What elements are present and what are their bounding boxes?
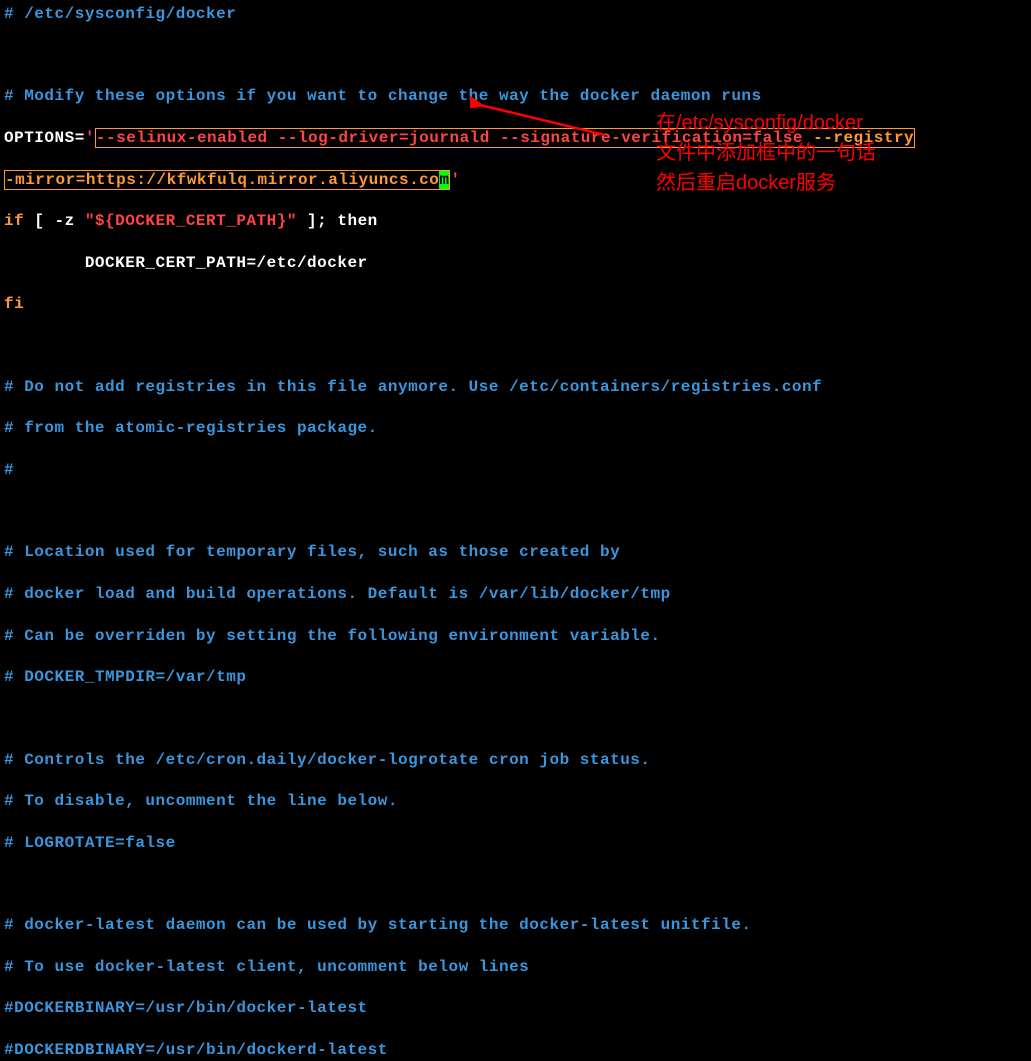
config-line	[4, 336, 1027, 356]
cursor: m	[439, 171, 449, 189]
config-line: #	[4, 460, 1027, 481]
fi-keyword: fi	[4, 294, 1027, 315]
boxed-registry: --registry	[813, 128, 915, 148]
config-line: DOCKER_CERT_PATH=/etc/docker	[4, 253, 1027, 274]
boxed-option-1: --selinux-enabled --log-driver=journald …	[95, 128, 813, 148]
options-key: OPTIONS=	[4, 129, 85, 147]
config-line: # Can be overriden by setting the follow…	[4, 626, 1027, 647]
terminal-content[interactable]: # /etc/sysconfig/docker # Modify these o…	[4, 4, 1027, 1061]
config-line: # docker-latest daemon can be used by st…	[4, 915, 1027, 936]
config-line: # docker load and build operations. Defa…	[4, 584, 1027, 605]
config-line: #DOCKERDBINARY=/usr/bin/dockerd-latest	[4, 1040, 1027, 1061]
config-line	[4, 502, 1027, 522]
config-line	[4, 46, 1027, 66]
config-line: # To use docker-latest client, uncomment…	[4, 957, 1027, 978]
config-line: # Controls the /etc/cron.daily/docker-lo…	[4, 750, 1027, 771]
config-line	[4, 874, 1027, 894]
config-line: # To disable, uncomment the line below.	[4, 791, 1027, 812]
config-line: # DOCKER_TMPDIR=/var/tmp	[4, 667, 1027, 688]
config-line: OPTIONS='--selinux-enabled --log-driver=…	[4, 128, 1027, 149]
cert-path-var: "${DOCKER_CERT_PATH}"	[85, 212, 297, 230]
quote-start: '	[85, 129, 95, 147]
config-line: if [ -z "${DOCKER_CERT_PATH}" ]; then	[4, 211, 1027, 232]
boxed-mirror-url: -mirror=https://kfwkfulq.mirror.aliyuncs…	[4, 170, 450, 190]
if-keyword: if	[4, 212, 24, 230]
config-line: #DOCKERBINARY=/usr/bin/docker-latest	[4, 998, 1027, 1019]
quote-end: '	[450, 171, 460, 189]
config-line: # Modify these options if you want to ch…	[4, 86, 1027, 107]
config-line: # /etc/sysconfig/docker	[4, 4, 1027, 25]
config-line: # Location used for temporary files, suc…	[4, 542, 1027, 563]
config-line	[4, 709, 1027, 729]
config-line: # from the atomic-registries package.	[4, 418, 1027, 439]
config-line: # Do not add registries in this file any…	[4, 377, 1027, 398]
config-line: -mirror=https://kfwkfulq.mirror.aliyuncs…	[4, 170, 1027, 191]
config-line: # LOGROTATE=false	[4, 833, 1027, 854]
